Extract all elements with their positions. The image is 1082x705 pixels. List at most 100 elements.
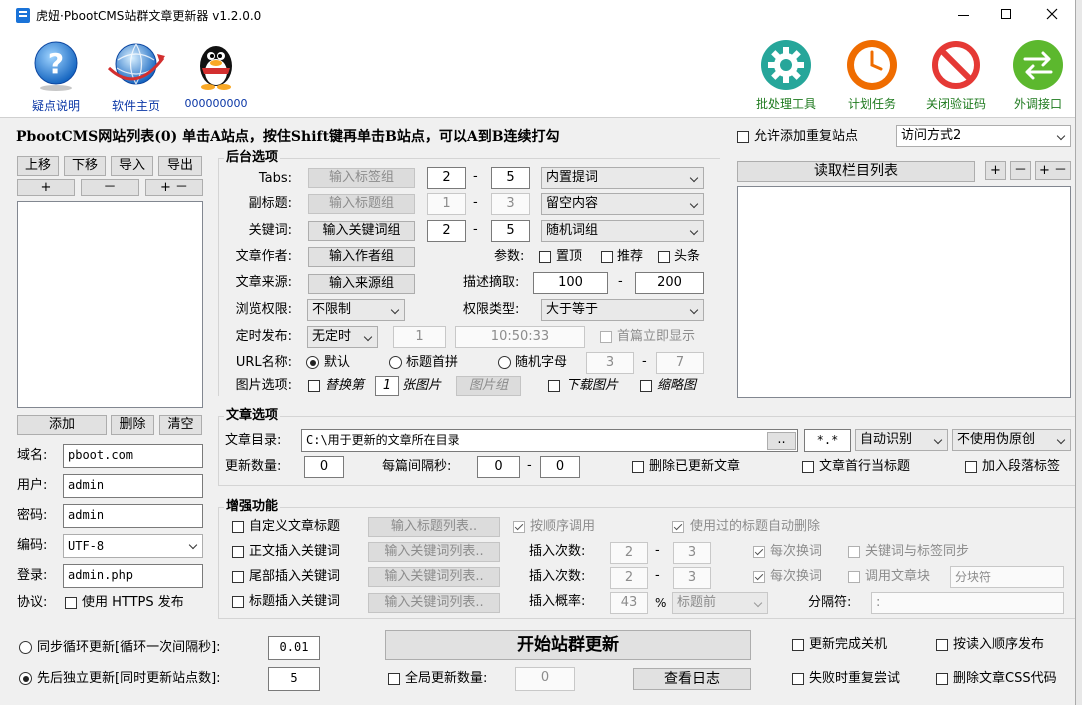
tail-each-change-checkbox[interactable] [753,571,765,583]
tabs-max-input[interactable]: 5 [491,167,530,189]
thumbnail-checkbox[interactable] [640,380,652,392]
tabs-input-button[interactable]: 输入标签组 [308,168,415,188]
add-site-button[interactable]: 添加 [17,415,107,435]
author-input-button[interactable]: 输入作者组 [308,247,415,267]
export-button[interactable]: 导出 [158,156,202,176]
read-columns-button[interactable]: 读取栏目列表 [737,161,975,182]
batch-tool-button[interactable]: 批处理工具 [748,38,824,112]
image-download-checkbox[interactable] [548,380,560,392]
disable-captcha-button[interactable]: 关闭验证码 [918,38,994,112]
browse-dir-button[interactable]: .. [767,432,796,450]
pseudo-original-select[interactable]: 不使用伪原创 [952,429,1071,451]
delete-site-button[interactable]: 删除 [111,415,154,435]
site-plus-button[interactable]: + [17,179,75,196]
body-insert-min-input[interactable]: 2 [610,542,648,564]
headline-checkbox[interactable] [658,251,670,263]
url-default-radio[interactable] [306,356,319,369]
domain-input[interactable]: pboot.com [63,444,203,468]
homepage-button[interactable]: 软件主页 [98,38,174,114]
retry-checkbox[interactable] [792,673,804,685]
tail-keyword-list-button[interactable]: 输入关键词列表.. [368,567,500,587]
move-down-button[interactable]: 下移 [64,156,106,176]
top-checkbox[interactable] [539,251,551,263]
source-input-button[interactable]: 输入来源组 [308,274,415,294]
first-line-title-checkbox[interactable] [802,461,814,473]
move-up-button[interactable]: 上移 [17,156,59,176]
login-input[interactable]: admin.php [63,564,203,588]
article-dir-input[interactable]: C:\用于更新的文章所在目录 [301,429,798,452]
clear-sites-button[interactable]: 清空 [159,415,202,435]
url-pinyin-radio[interactable] [389,356,402,369]
desc-min-input[interactable]: 100 [533,272,608,294]
schedule-button[interactable]: 计划任务 [834,38,910,112]
view-log-button[interactable]: 查看日志 [633,668,751,690]
column-minus-button[interactable]: － [1010,161,1031,180]
encoding-select[interactable]: UTF-8 [63,534,203,558]
keywords-input-button[interactable]: 输入关键词组 [308,221,415,241]
keywords-min-input[interactable]: 2 [427,220,466,242]
body-each-change-checkbox[interactable] [753,546,765,558]
maximize-button[interactable] [988,0,1028,30]
first-now-checkbox[interactable] [600,331,612,343]
keyword-tag-sync-checkbox[interactable] [848,546,860,558]
custom-title-checkbox[interactable] [232,521,244,533]
subtitle-min-input[interactable]: 1 [427,193,466,215]
import-button[interactable]: 导入 [111,156,153,176]
interval-max-input[interactable]: 0 [540,456,580,478]
column-plusminus-button[interactable]: + － [1035,161,1071,180]
column-plus-button[interactable]: + [985,161,1006,180]
minimize-button[interactable] [944,0,984,30]
title-list-button[interactable]: 输入标题列表.. [368,517,500,537]
allow-duplicate-checkbox[interactable] [737,131,749,143]
encoding-mode-select[interactable]: 自动识别 [855,429,948,451]
body-insert-max-input[interactable]: 3 [673,542,711,564]
timer-count-input[interactable]: 1 [393,326,446,348]
timer-select[interactable]: 无定时 [307,326,378,348]
help-button[interactable]: ? 疑点说明 [20,38,92,114]
url-min-input[interactable]: 3 [586,352,634,374]
keywords-mode-select[interactable]: 随机词组 [541,220,704,242]
concurrent-sites-input[interactable]: 5 [268,667,320,691]
qq-button[interactable]: 000000000 [180,38,252,110]
image-group-button[interactable]: 图片组 [456,376,521,396]
add-paragraph-tags-checkbox[interactable] [965,461,977,473]
close-button[interactable] [1032,0,1072,30]
interval-min-input[interactable]: 0 [477,456,520,478]
insert-probability-input[interactable]: 43 [610,592,648,614]
column-list[interactable] [737,186,1071,398]
password-input[interactable]: admin [63,504,203,528]
title-position-select[interactable]: 标题前 [672,592,768,614]
tabs-min-input[interactable]: 2 [427,167,466,189]
read-order-checkbox[interactable] [936,639,948,651]
recommend-checkbox[interactable] [601,251,613,263]
https-checkbox[interactable] [65,597,77,609]
body-keyword-list-button[interactable]: 输入关键词列表.. [368,542,500,562]
tabs-mode-select[interactable]: 内置提词 [541,167,704,189]
delete-updated-checkbox[interactable] [632,461,644,473]
site-minus-button[interactable]: － [81,179,139,196]
subtitle-input-button[interactable]: 输入标题组 [308,194,415,214]
title-keyword-checkbox[interactable] [232,596,244,608]
tail-insert-max-input[interactable]: 3 [673,567,711,589]
update-count-input[interactable]: 0 [304,456,344,478]
tail-insert-min-input[interactable]: 2 [610,567,648,589]
view-permission-select[interactable]: 不限制 [307,299,405,321]
tail-keyword-checkbox[interactable] [232,571,244,583]
url-max-input[interactable]: 7 [656,352,704,374]
file-ext-input[interactable]: *.* [804,429,851,452]
subtitle-mode-select[interactable]: 留空内容 [541,193,704,215]
keywords-max-input[interactable]: 5 [491,220,530,242]
separator-input[interactable]: : [871,592,1064,614]
sync-loop-radio[interactable] [19,641,32,654]
article-block-checkbox[interactable] [848,571,860,583]
auto-delete-title-checkbox[interactable] [672,521,684,533]
image-replace-checkbox[interactable] [308,380,320,392]
external-api-button[interactable]: 外调接口 [1000,38,1075,112]
image-replace-count-input[interactable]: 1 [375,376,399,396]
user-input[interactable]: admin [63,474,203,498]
subtitle-max-input[interactable]: 3 [491,193,530,215]
site-list[interactable] [17,201,203,408]
desc-max-input[interactable]: 200 [635,272,704,294]
site-plusminus-button[interactable]: + － [145,179,203,196]
title-keyword-list-button[interactable]: 输入关键词列表.. [368,593,500,613]
